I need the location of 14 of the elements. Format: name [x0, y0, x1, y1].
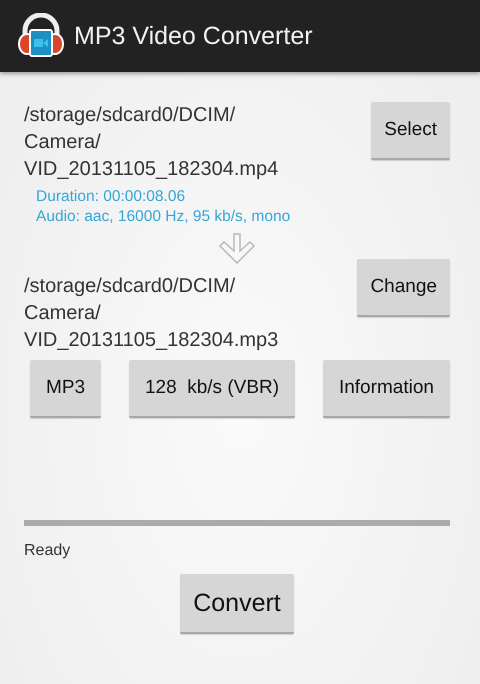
source-path: /storage/sdcard0/DCIM/ Camera/ VID_20131105_182304.mp4 — [24, 103, 278, 182]
media-info: Audio: aac, 16000 Hz, 95 kb/s, mono — [36, 207, 292, 227]
select-button[interactable]: Select — [371, 102, 450, 160]
option-button[interactable]: Information — [322, 360, 450, 418]
down-arrow-icon — [217, 233, 257, 265]
convert-button[interactable]: Convert — [180, 574, 294, 634]
change-button[interactable]: Change — [357, 259, 450, 317]
option-button[interactable]: 128 kb/s (VBR) — [128, 360, 296, 418]
headphones-video-icon — [18, 13, 64, 59]
status-text: Ready — [24, 542, 72, 560]
media-info: Duration: 00:00:08.06 — [36, 187, 186, 207]
app-title: MP3 Video Converter — [74, 22, 313, 50]
option-button[interactable]: MP3 — [30, 360, 102, 418]
output-path: /storage/sdcard0/DCIM/ Camera/ VID_20131105_182304.mp3 — [24, 274, 278, 353]
